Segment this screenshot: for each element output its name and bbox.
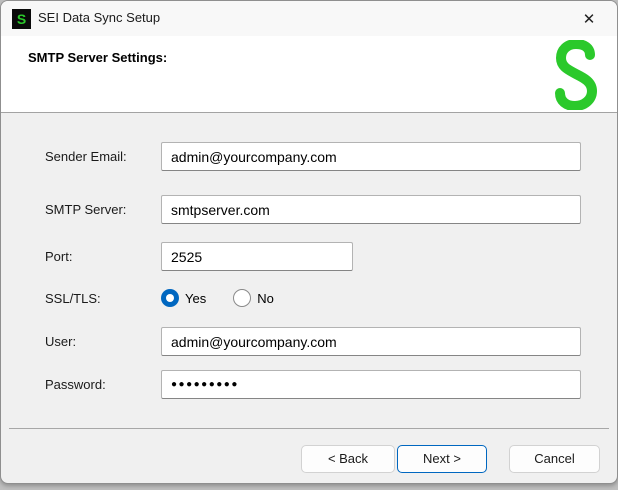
ssl-tls-radio-group: Yes No xyxy=(161,289,274,307)
radio-option-label: Yes xyxy=(185,291,206,306)
ssl-tls-option-no[interactable]: No xyxy=(233,289,274,307)
password-input[interactable] xyxy=(161,370,581,399)
user-label: User: xyxy=(45,327,76,356)
port-input[interactable] xyxy=(161,242,353,271)
port-label: Port: xyxy=(45,242,72,271)
radio-unselected-icon[interactable] xyxy=(233,289,251,307)
sender-email-label: Sender Email: xyxy=(45,142,127,171)
radio-selected-icon[interactable] xyxy=(161,289,179,307)
ssl-tls-label: SSL/TLS: xyxy=(45,284,101,313)
ssl-tls-option-yes[interactable]: Yes xyxy=(161,289,206,307)
radio-option-label: No xyxy=(257,291,274,306)
close-icon: ✕ xyxy=(583,10,596,28)
title-bar: S SEI Data Sync Setup ✕ xyxy=(1,1,617,36)
header-banner: SMTP Server Settings: xyxy=(1,36,617,113)
page-title: SMTP Server Settings: xyxy=(28,50,167,65)
password-label: Password: xyxy=(45,370,106,399)
app-icon: S xyxy=(12,9,31,29)
close-button[interactable]: ✕ xyxy=(573,7,605,31)
brand-logo-s-icon xyxy=(553,40,599,115)
footer-separator xyxy=(9,428,609,429)
setup-wizard-window: S SEI Data Sync Setup ✕ SMTP Server Sett… xyxy=(0,0,618,484)
window-title: SEI Data Sync Setup xyxy=(38,10,160,25)
cancel-button[interactable]: Cancel xyxy=(509,445,600,473)
next-button[interactable]: Next > xyxy=(397,445,487,473)
smtp-server-label: SMTP Server: xyxy=(45,195,126,224)
back-button[interactable]: < Back xyxy=(301,445,395,473)
smtp-server-input[interactable] xyxy=(161,195,581,224)
user-input[interactable] xyxy=(161,327,581,356)
sender-email-input[interactable] xyxy=(161,142,581,171)
